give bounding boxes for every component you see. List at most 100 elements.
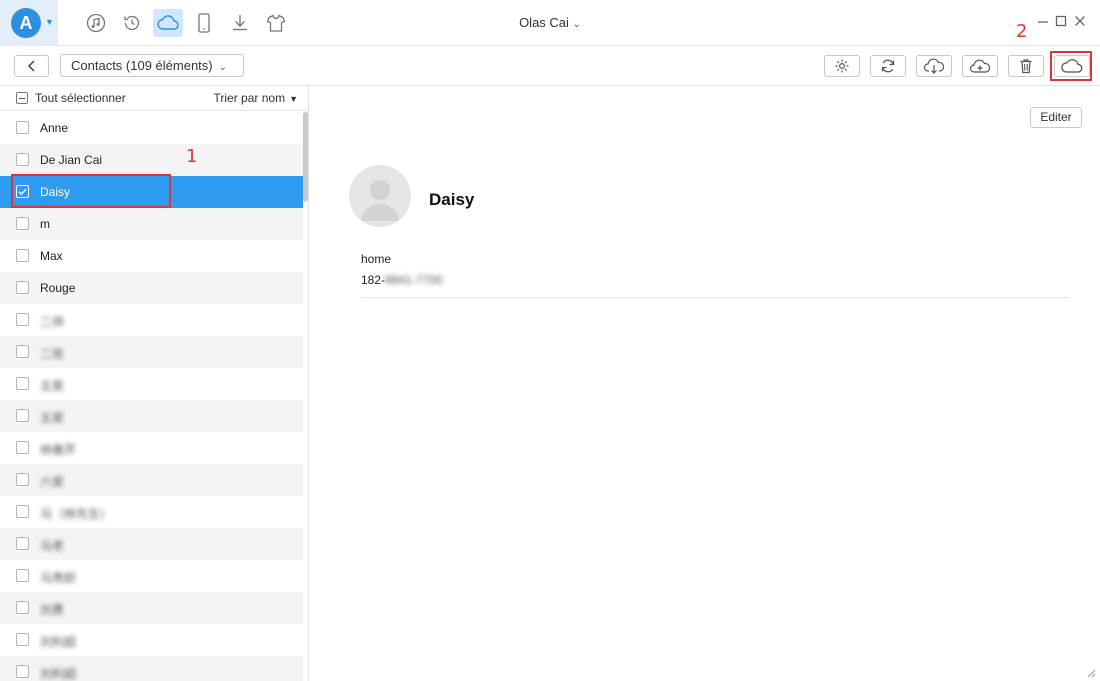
- divider: [361, 297, 1069, 298]
- list-item[interactable]: 马秀龄: [0, 560, 303, 592]
- minimize-icon[interactable]: [1035, 13, 1051, 29]
- list-item[interactable]: 刘勇: [0, 592, 303, 624]
- contact-list-name: 刘勇: [40, 603, 65, 617]
- download-to-computer-button[interactable]: [916, 55, 952, 77]
- cloud-icon: [1061, 59, 1083, 73]
- select-all-label: Tout sélectionner: [35, 91, 126, 105]
- list-item[interactable]: 二帅: [0, 304, 303, 336]
- contact-list-name: Anne: [40, 121, 69, 135]
- contact-list-name: De Jian Cai: [40, 153, 103, 167]
- music-icon[interactable]: [81, 9, 111, 37]
- edit-button[interactable]: Editer: [1030, 107, 1082, 128]
- list-item[interactable]: 二玫: [0, 336, 303, 368]
- list-item[interactable]: 刘利超: [0, 624, 303, 656]
- contact-list-name: 马老: [40, 539, 65, 553]
- maximize-icon[interactable]: [1053, 13, 1069, 29]
- checkbox[interactable]: [16, 345, 29, 358]
- contact-list-name: Daisy: [40, 185, 71, 199]
- tshirt-icon[interactable]: [261, 9, 291, 37]
- contact-list-name: 二玫: [40, 347, 65, 361]
- contact-list-name: 刘利超: [40, 635, 77, 649]
- phone-hidden: 8841-7700: [385, 273, 443, 287]
- list-item[interactable]: Rouge: [0, 272, 303, 304]
- contact-list-name: 五家: [40, 379, 65, 393]
- checkbox[interactable]: [16, 473, 29, 486]
- checked-checkbox-icon[interactable]: [16, 185, 29, 198]
- add-to-cloud-button[interactable]: [962, 55, 998, 77]
- phone-label: home: [361, 252, 392, 266]
- sort-dropdown[interactable]: Trier par nom ▼: [214, 91, 299, 105]
- device-selector[interactable]: Olas Cai ⌄: [519, 15, 581, 30]
- transfer-to-cloud-button[interactable]: [1054, 55, 1090, 77]
- contact-list-name: 刘利超: [40, 667, 77, 681]
- checkbox[interactable]: [16, 377, 29, 390]
- contact-detail-panel: Editer Daisy home 182-8841-7700: [310, 86, 1100, 681]
- list-item[interactable]: 六家: [0, 464, 303, 496]
- delete-button[interactable]: [1008, 55, 1044, 77]
- contact-list-name: 五家: [40, 411, 65, 425]
- contact-list-panel: Tout sélectionner Trier par nom ▼ Anne De …: [0, 86, 309, 681]
- caret-down-icon: ▼: [289, 94, 298, 104]
- checkbox[interactable]: [16, 505, 29, 518]
- list-item[interactable]: De Jian Cai: [0, 144, 303, 176]
- checkbox[interactable]: [16, 121, 29, 134]
- chevron-down-icon: ⌄: [218, 62, 228, 73]
- checkbox[interactable]: [16, 569, 29, 582]
- list-item[interactable]: Anne: [0, 112, 303, 144]
- contact-list-name: m: [40, 217, 50, 231]
- phone-icon[interactable]: [189, 9, 219, 37]
- select-all-checkbox[interactable]: Tout sélectionner: [16, 91, 126, 105]
- close-icon[interactable]: [1072, 13, 1088, 29]
- settings-button[interactable]: [824, 55, 860, 77]
- checkbox[interactable]: [16, 313, 29, 326]
- chevron-down-icon: ▼: [45, 17, 54, 27]
- list-item[interactable]: 马（林先生）: [0, 496, 303, 528]
- checkbox[interactable]: [16, 633, 29, 646]
- minus-checkbox-icon: [16, 92, 28, 104]
- toolbar: Contacts (109 éléments) ⌄: [0, 46, 1100, 86]
- refresh-icon: [881, 59, 895, 73]
- list-item[interactable]: 五家: [0, 400, 303, 432]
- list-item[interactable]: Max: [0, 240, 303, 272]
- chevron-down-icon: ⌄: [572, 19, 581, 30]
- cloud-icon[interactable]: [153, 9, 183, 37]
- contact-list-name: 林春芹: [40, 443, 77, 457]
- list-item[interactable]: 刘利超: [0, 656, 303, 681]
- list-item[interactable]: 马老: [0, 528, 303, 560]
- chevron-left-icon: [27, 60, 35, 72]
- list-item[interactable]: m: [0, 208, 303, 240]
- settings-icon: [835, 59, 849, 73]
- cloud-add-icon: [969, 59, 991, 73]
- checkbox[interactable]: [16, 409, 29, 422]
- trash-icon: [1020, 59, 1032, 74]
- contact-list-name: Rouge: [40, 281, 76, 295]
- checkbox[interactable]: [16, 217, 29, 230]
- phone-value: 182-8841-7700: [361, 273, 442, 287]
- person-icon: [361, 180, 399, 221]
- scrollbar-thumb[interactable]: [303, 112, 308, 202]
- history-icon[interactable]: [117, 9, 147, 37]
- list-item[interactable]: 林春芹: [0, 432, 303, 464]
- refresh-button[interactable]: [870, 55, 906, 77]
- checkbox[interactable]: [16, 441, 29, 454]
- phone-prefix: 182-: [361, 273, 386, 287]
- checkbox[interactable]: [16, 537, 29, 550]
- list-item[interactable]: Daisy: [0, 176, 303, 208]
- checkbox[interactable]: [16, 601, 29, 614]
- resize-grip-icon[interactable]: [1084, 666, 1096, 678]
- checkbox[interactable]: [16, 153, 29, 166]
- back-button[interactable]: [14, 55, 49, 77]
- app-logo-button[interactable]: A ▼: [0, 0, 58, 46]
- list-header: Tout sélectionner Trier par nom ▼: [0, 86, 308, 111]
- download-icon[interactable]: [225, 9, 255, 37]
- category-label: Contacts (109 éléments): [71, 58, 213, 73]
- device-name: Olas Cai: [519, 15, 569, 30]
- checkbox[interactable]: [16, 665, 29, 678]
- category-dropdown[interactable]: Contacts (109 éléments) ⌄: [60, 54, 244, 77]
- list-item[interactable]: 五家: [0, 368, 303, 400]
- step-label-1: 1: [186, 146, 198, 167]
- checkbox[interactable]: [16, 249, 29, 262]
- contact-list-name: Max: [40, 249, 63, 263]
- checkbox[interactable]: [16, 281, 29, 294]
- app-logo-icon: A: [11, 8, 41, 38]
